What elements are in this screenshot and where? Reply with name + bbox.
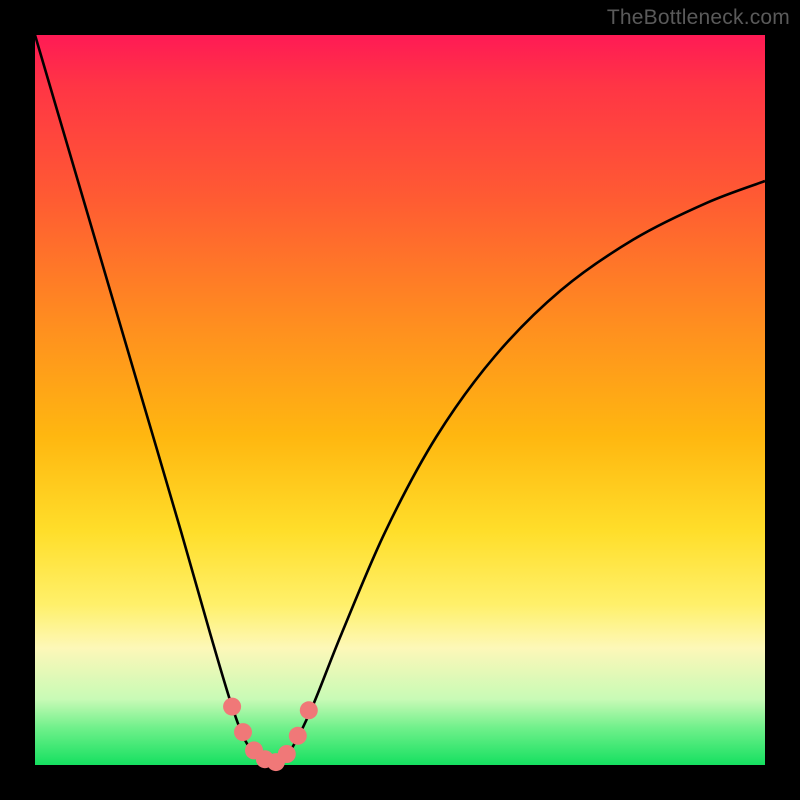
watermark-text: TheBottleneck.com	[607, 6, 790, 30]
bottleneck-curve-path	[35, 35, 765, 765]
highlight-markers	[223, 698, 318, 772]
highlight-marker	[234, 723, 252, 741]
highlight-marker	[278, 745, 296, 763]
highlight-marker	[300, 701, 318, 719]
plot-area	[35, 35, 765, 765]
highlight-marker	[223, 698, 241, 716]
curve-svg	[35, 35, 765, 765]
highlight-marker	[289, 727, 307, 745]
chart-frame: TheBottleneck.com	[0, 0, 800, 800]
